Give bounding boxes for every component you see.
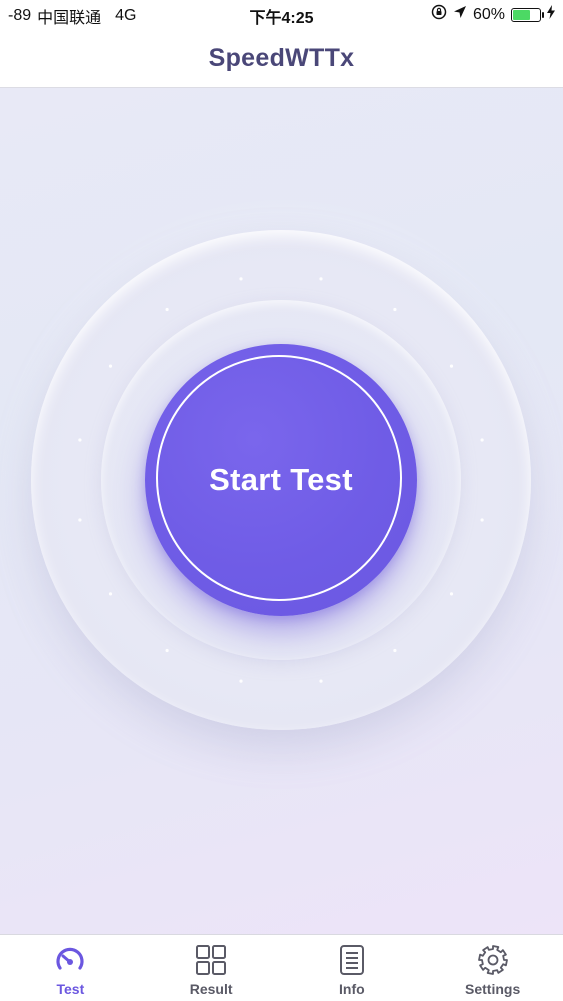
app-title: SpeedWTTx (208, 44, 355, 72)
tick-dot (393, 648, 397, 653)
test-screen: Start Test (0, 88, 563, 934)
tick-dot (239, 277, 243, 281)
tick-dot (108, 592, 113, 596)
document-icon (335, 943, 369, 977)
tab-label-info: Info (339, 981, 365, 997)
tab-test[interactable]: Test (0, 935, 141, 1001)
tick-dot (449, 592, 454, 596)
location-arrow-icon (453, 5, 467, 24)
tick-dot (165, 307, 169, 312)
speedometer-icon (53, 943, 87, 977)
tick-dot (78, 438, 82, 442)
tick-dot (480, 518, 484, 522)
rotation-lock-icon (431, 4, 447, 25)
grid-icon (194, 943, 228, 977)
tab-settings[interactable]: Settings (422, 935, 563, 1001)
navigation-bar: SpeedWTTx (0, 30, 563, 88)
tab-result[interactable]: Result (141, 935, 282, 1001)
battery-percent: 60% (472, 5, 505, 23)
tick-dot (393, 307, 397, 312)
start-test-label: Start Test (209, 462, 353, 497)
battery-icon (511, 7, 544, 22)
tab-label-settings: Settings (465, 981, 521, 997)
tab-bar: Test Result Info Settings (0, 934, 563, 1001)
tab-label-result: Result (189, 981, 233, 997)
tick-dot (319, 679, 323, 683)
tick-dot (449, 364, 454, 368)
start-test-button[interactable]: Start Test (145, 344, 417, 616)
tick-dot (239, 679, 243, 683)
gear-icon (476, 943, 510, 977)
tick-dot (319, 277, 323, 281)
tick-dot (165, 648, 169, 653)
tick-dot (78, 518, 82, 522)
tab-label-test: Test (56, 981, 85, 997)
tick-dot (108, 364, 113, 368)
charging-bolt-icon (547, 5, 555, 24)
tick-dot (480, 438, 484, 442)
tab-info[interactable]: Info (282, 935, 423, 1001)
status-bar: -89 中国联通 4G 下午4:25 60% (0, 0, 563, 30)
battery-level (513, 9, 530, 20)
